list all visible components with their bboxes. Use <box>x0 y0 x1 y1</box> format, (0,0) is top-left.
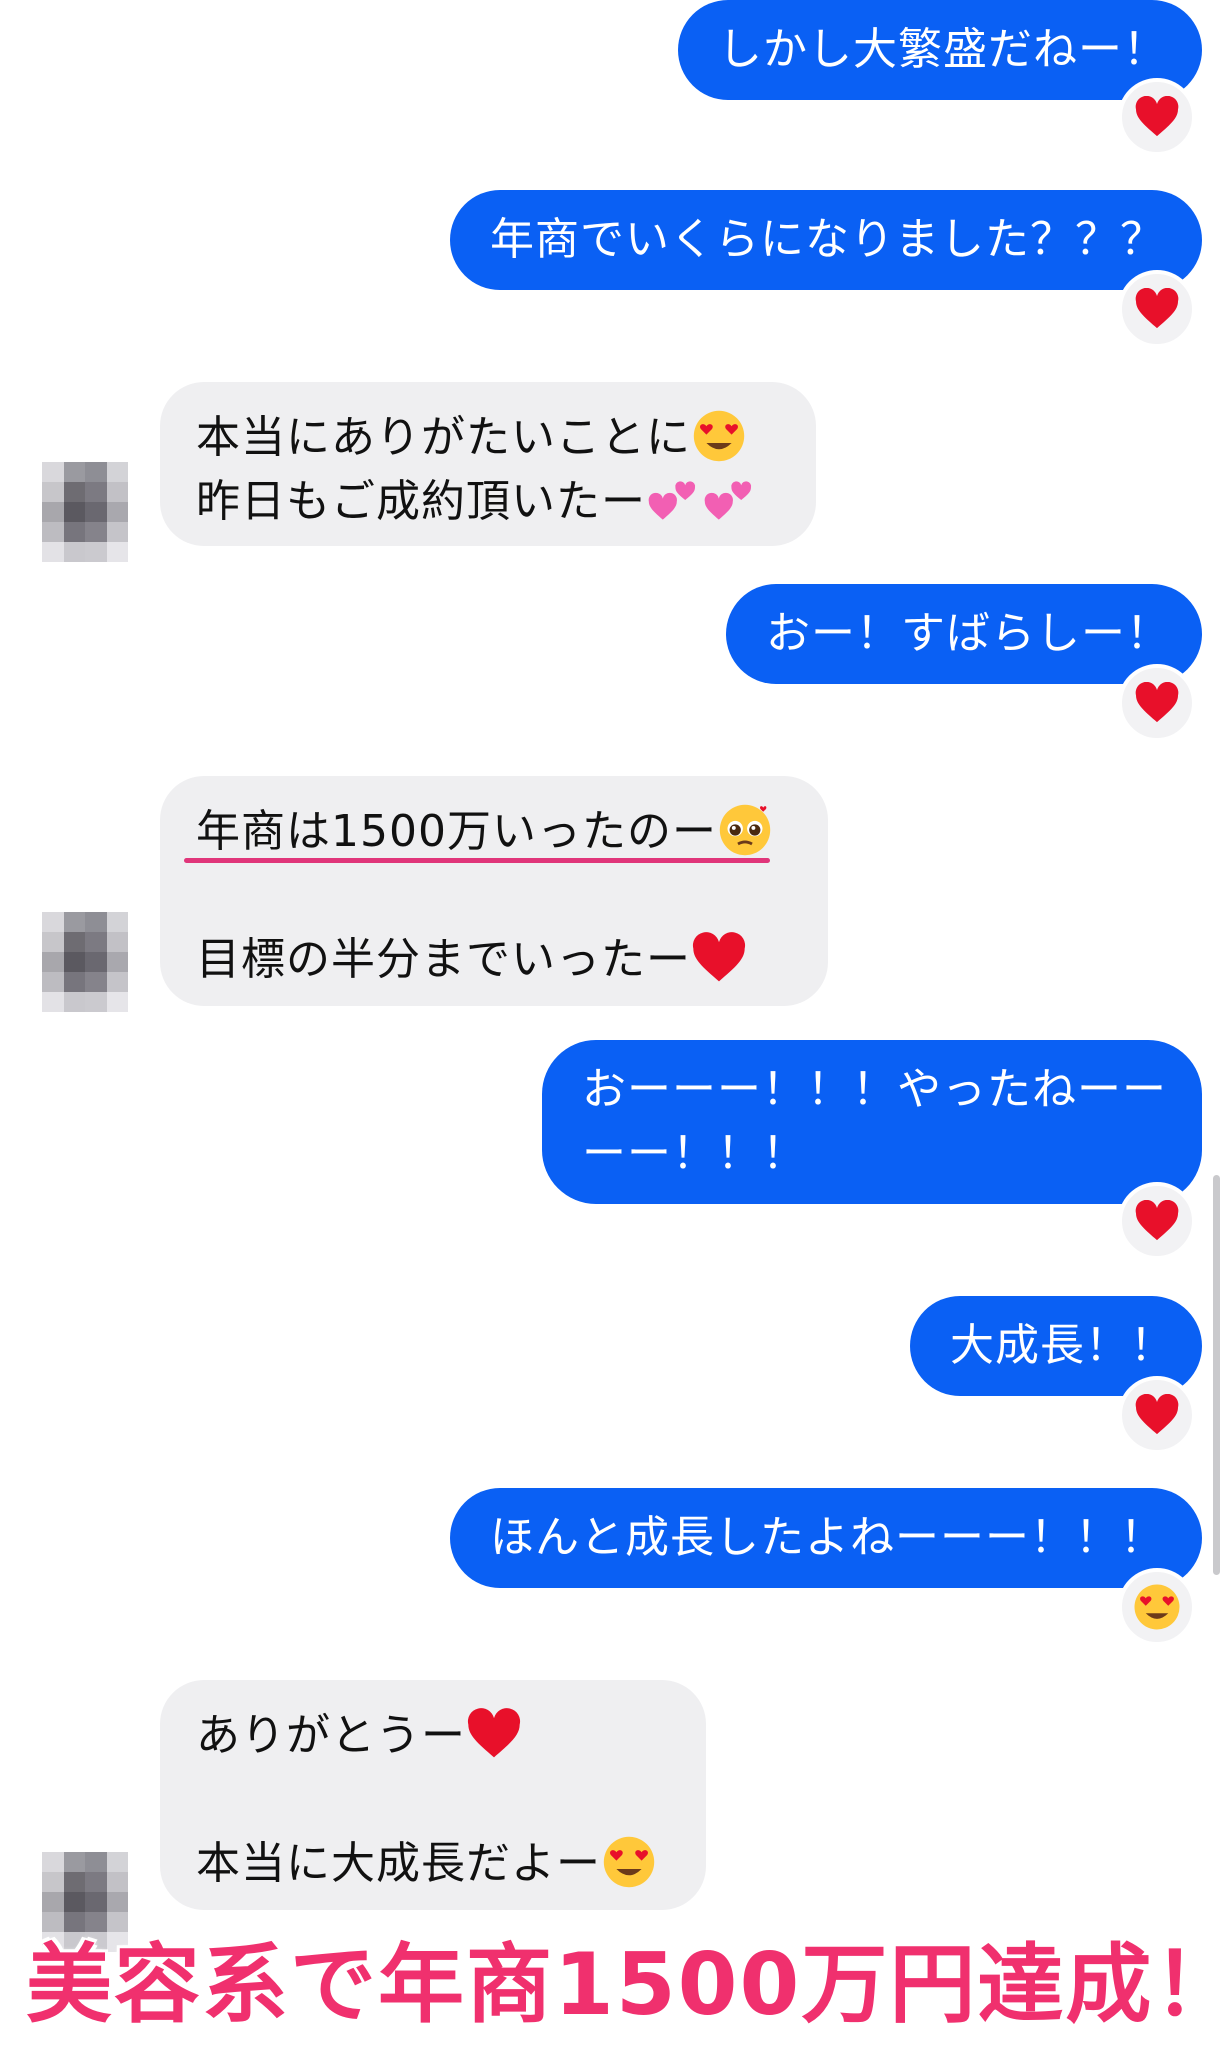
message-text: 本当に大成長だよー <box>196 1838 601 1889</box>
pleading-face-icon <box>719 804 771 856</box>
message-text: 年商は1500万いったのー <box>196 806 717 857</box>
heart-icon <box>1135 682 1179 723</box>
message-text: ほんと成長したよねーーー！！！ <box>490 1512 1165 1563</box>
message-text: ありがとうー <box>196 1710 466 1761</box>
message-text: ーー！！！ <box>582 1128 807 1179</box>
message-text: 年商でいくらになりました？？？ <box>490 214 1165 265</box>
heart-icon <box>1135 96 1179 137</box>
heart-icon <box>1135 1394 1179 1435</box>
outgoing-message[interactable]: おー！すばらしー！ <box>726 584 1202 684</box>
heart-icon <box>692 932 746 982</box>
heart-eyes-icon <box>603 1836 655 1888</box>
heart-eyes-icon <box>693 410 745 462</box>
reaction-badge[interactable] <box>1118 664 1196 742</box>
message-text: おー！すばらしー！ <box>766 608 1171 659</box>
message-text: 昨日もご成約頂いたー <box>196 476 646 527</box>
message-text: しかし大繁盛だねー！ <box>718 24 1168 75</box>
message-text: 大成長！！ <box>950 1320 1175 1371</box>
reaction-badge[interactable] <box>1118 270 1196 348</box>
heart-eyes-icon <box>1134 1584 1180 1630</box>
incoming-message[interactable]: ありがとうー 本当に大成長だよー <box>160 1680 706 1910</box>
caption-overlay: 美容系で年商1500万円達成！ <box>25 1934 1228 2036</box>
outgoing-message[interactable]: ほんと成長したよねーーー！！！ <box>450 1488 1202 1588</box>
message-text: 目標の半分までいったー <box>196 934 691 985</box>
reaction-badge[interactable] <box>1118 1376 1196 1454</box>
incoming-message[interactable]: 本当にありがたいことに 昨日もご成約頂いたー <box>160 382 816 546</box>
scrollbar[interactable] <box>1213 1175 1220 1575</box>
message-thread: しかし大繁盛だねー！ 年商でいくらになりました？？？ 本当にありがたいことに 昨… <box>0 0 1228 2048</box>
heart-icon <box>467 1708 521 1758</box>
outgoing-message[interactable]: しかし大繁盛だねー！ <box>678 0 1202 100</box>
reaction-badge[interactable] <box>1118 78 1196 156</box>
outgoing-message[interactable]: おーーー！！！やったねーー ーー！！！ <box>542 1040 1202 1204</box>
two-hearts-icon <box>704 481 752 520</box>
outgoing-message[interactable]: 年商でいくらになりました？？？ <box>450 190 1202 290</box>
avatar[interactable] <box>42 462 128 562</box>
heart-icon <box>1135 1200 1179 1241</box>
highlight-underline <box>184 858 770 863</box>
two-hearts-icon <box>648 481 696 520</box>
reaction-badge[interactable] <box>1118 1568 1196 1646</box>
message-text: 本当にありがたいことに <box>196 412 691 463</box>
message-text: おーーー！！！やったねーー <box>582 1064 1167 1115</box>
incoming-message[interactable]: 年商は1500万いったのー 目標の半分までいったー <box>160 776 828 1006</box>
heart-icon <box>1135 288 1179 329</box>
avatar[interactable] <box>42 912 128 1012</box>
reaction-badge[interactable] <box>1118 1182 1196 1260</box>
